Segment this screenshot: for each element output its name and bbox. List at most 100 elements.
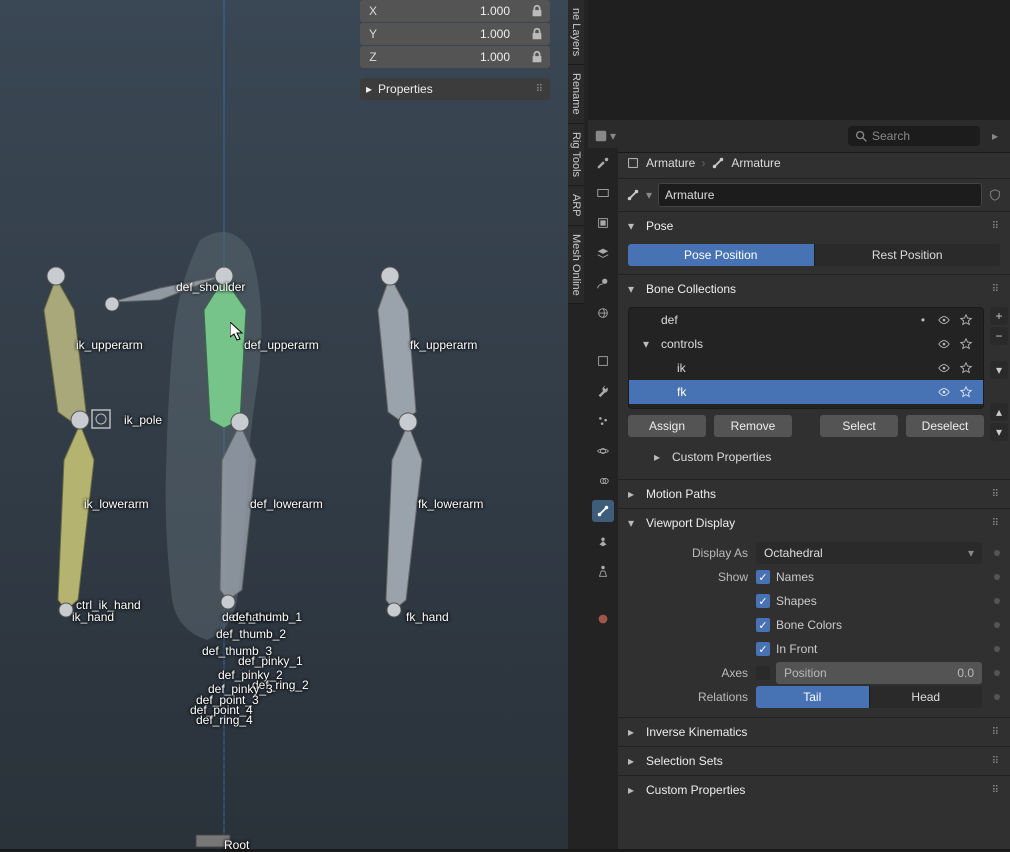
npanel-tab-rename[interactable]: Rename <box>568 65 584 124</box>
scale-x-field[interactable]: X1.000 <box>360 0 550 22</box>
lock-icon[interactable] <box>524 46 550 68</box>
tool-tab-icon[interactable] <box>592 152 614 174</box>
pose-label: Pose <box>646 219 673 233</box>
selection-sets-header[interactable]: ▸Selection Sets⠿ <box>618 747 1010 775</box>
solo-star-icon[interactable] <box>959 385 975 399</box>
editor-type-icon[interactable]: ▾ <box>594 129 616 143</box>
rest-position-button[interactable]: Rest Position <box>815 244 1001 266</box>
modifier-tab-icon[interactable] <box>592 380 614 402</box>
chevron-right-icon: ▸ <box>654 450 666 464</box>
chevron-down-icon[interactable]: ▾ <box>646 188 652 202</box>
remove-collection-button[interactable]: − <box>990 327 1008 345</box>
disclosure-icon[interactable]: ▾ <box>643 337 655 351</box>
visibility-icon[interactable] <box>937 337 953 351</box>
drag-dots-icon: ⠿ <box>992 221 1000 232</box>
chevron-right-icon: › <box>701 156 705 170</box>
visibility-icon[interactable] <box>937 385 953 399</box>
collection-name: fk <box>677 385 686 399</box>
npanel-tab-rig-tools[interactable]: Rig Tools <box>568 124 584 186</box>
remove-button[interactable]: Remove <box>714 415 792 437</box>
render-tab-icon[interactable] <box>592 182 614 204</box>
motion-paths-label: Motion Paths <box>646 487 716 501</box>
shapes-checkbox[interactable]: ✓ <box>756 594 770 608</box>
bone-collection-row[interactable]: fk <box>629 380 983 404</box>
move-down-button[interactable]: ▾ <box>990 423 1008 441</box>
anim-dot-icon[interactable] <box>994 550 1000 556</box>
in-front-checkbox[interactable]: ✓ <box>756 642 770 656</box>
npanel-tab-arp[interactable]: ARP <box>568 186 584 226</box>
move-up-button[interactable]: ▴ <box>990 403 1008 421</box>
collection-custom-properties-header[interactable]: ▸ Custom Properties <box>628 443 984 471</box>
relations-head-button[interactable]: Head <box>870 686 983 708</box>
breadcrumb-data[interactable]: Armature <box>731 156 780 170</box>
drag-dots-icon: ⠿ <box>992 489 1000 500</box>
lock-icon[interactable] <box>524 0 550 22</box>
axes-checkbox[interactable]: ✓ <box>756 666 770 680</box>
bone-collections-list[interactable]: def•▾controlsik fk <box>628 307 984 409</box>
visibility-icon[interactable] <box>937 361 953 375</box>
anim-dot-icon[interactable] <box>994 694 1000 700</box>
axes-position-field[interactable]: Position 0.0 <box>776 662 982 684</box>
pose-position-button[interactable]: Pose Position <box>628 244 815 266</box>
bone-collection-row[interactable]: def• <box>629 308 983 332</box>
armature-name-field[interactable] <box>658 183 982 207</box>
properties-search[interactable]: Search <box>848 126 980 146</box>
armature-icon[interactable] <box>626 188 640 202</box>
select-button[interactable]: Select <box>820 415 898 437</box>
scale-y-field[interactable]: Y1.000 <box>360 23 550 45</box>
inverse-kinematics-header[interactable]: ▸Inverse Kinematics⠿ <box>618 718 1010 746</box>
outliner-placeholder[interactable] <box>588 0 1010 120</box>
anim-dot-icon[interactable] <box>994 646 1000 652</box>
scene-tab-icon[interactable] <box>592 272 614 294</box>
bone-colors-checkbox[interactable]: ✓ <box>756 618 770 632</box>
assign-button[interactable]: Assign <box>628 415 706 437</box>
anim-dot-icon[interactable] <box>994 670 1000 676</box>
viewlayer-tab-icon[interactable] <box>592 242 614 264</box>
viewport-3d[interactable]: def_shoulderik_upperarmdef_upperarmfk_up… <box>0 0 568 849</box>
particles-tab-icon[interactable] <box>592 410 614 432</box>
bone-collections-header[interactable]: ▾ Bone Collections ⠿ <box>618 275 1010 303</box>
material-tab-icon[interactable] <box>592 608 614 630</box>
bone-constraint-tab-icon[interactable] <box>592 560 614 582</box>
armature-data-tab-icon[interactable] <box>592 500 614 522</box>
bone-collection-row[interactable]: ▾controls <box>629 332 983 356</box>
solo-star-icon[interactable] <box>959 313 975 327</box>
anim-dot-icon[interactable] <box>994 622 1000 628</box>
solo-star-icon[interactable] <box>959 337 975 351</box>
constraints-tab-icon[interactable] <box>592 470 614 492</box>
npanel-tab-ne-layers[interactable]: ne Layers <box>568 0 584 65</box>
anim-dot-icon[interactable] <box>994 598 1000 604</box>
position-label: Position <box>784 666 827 680</box>
scale-z-field[interactable]: Z1.000 <box>360 46 550 68</box>
collection-name: def <box>661 313 678 327</box>
pose-section-header[interactable]: ▾ Pose ⠿ <box>618 212 1010 240</box>
object-tab-icon[interactable] <box>592 350 614 372</box>
anim-dot-icon[interactable] <box>994 574 1000 580</box>
world-tab-icon[interactable] <box>592 302 614 324</box>
custom-properties-header[interactable]: ▸Custom Properties⠿ <box>618 776 1010 804</box>
npanel-tab-mesh-online[interactable]: Mesh Online <box>568 226 584 305</box>
names-checkbox[interactable]: ✓ <box>756 570 770 584</box>
breadcrumb-object[interactable]: Armature <box>646 156 695 170</box>
solo-star-icon[interactable] <box>959 361 975 375</box>
properties-subpanel-header[interactable]: ▸ Properties ⠿ <box>360 78 550 100</box>
shapes-label: Shapes <box>776 594 817 608</box>
lock-icon[interactable] <box>524 23 550 45</box>
relations-tail-button[interactable]: Tail <box>756 686 870 708</box>
output-tab-icon[interactable] <box>592 212 614 234</box>
selection-sets-label: Selection Sets <box>646 754 723 768</box>
visibility-icon[interactable] <box>937 313 953 327</box>
motion-paths-header[interactable]: ▸ Motion Paths ⠿ <box>618 480 1010 508</box>
pin-icon[interactable]: ▸ <box>986 129 1004 143</box>
deselect-button[interactable]: Deselect <box>906 415 984 437</box>
viewport-display-header[interactable]: ▾ Viewport Display ⠿ <box>618 509 1010 537</box>
physics-tab-icon[interactable] <box>592 440 614 462</box>
add-collection-button[interactable]: + <box>990 307 1008 325</box>
bone-tab-icon[interactable] <box>592 530 614 552</box>
shield-icon[interactable] <box>988 188 1002 202</box>
collection-menu-button[interactable]: ▾ <box>990 361 1008 379</box>
bone-collection-row[interactable]: ik <box>629 356 983 380</box>
search-placeholder: Search <box>872 129 910 143</box>
display-as-dropdown[interactable]: Octahedral ▾ <box>756 542 982 564</box>
chevron-down-icon: ▾ <box>628 282 640 296</box>
